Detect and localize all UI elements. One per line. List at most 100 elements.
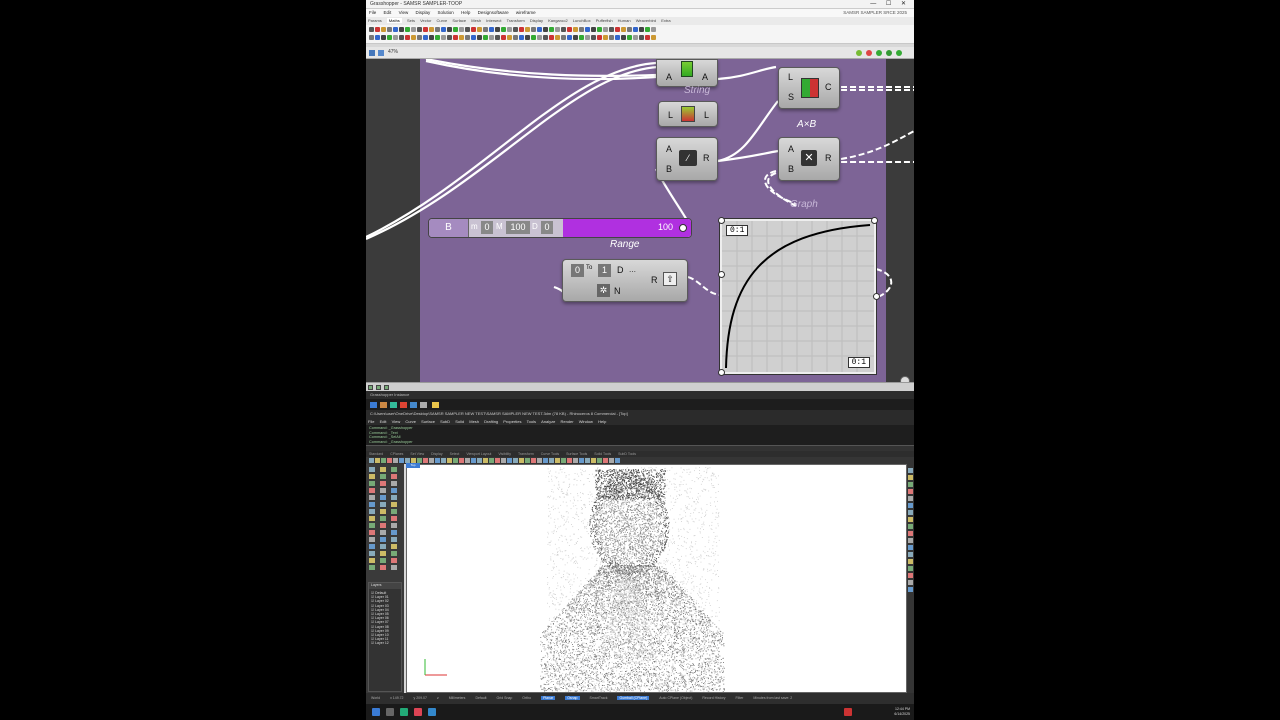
tool-icon[interactable] [369, 523, 375, 528]
component-icon[interactable] [441, 27, 446, 32]
tool-icon[interactable] [908, 510, 913, 515]
taskbar-clock[interactable]: 12:44 PM 6/14/2025 [894, 707, 910, 717]
component-icon[interactable] [555, 35, 560, 40]
tool-icon[interactable] [369, 537, 375, 542]
tool-icon[interactable] [391, 551, 397, 556]
tool-icon[interactable] [908, 517, 913, 522]
tab-mesh[interactable]: Mesh [471, 18, 481, 23]
tab-sets[interactable]: Sets [407, 18, 415, 23]
tool-icon[interactable] [908, 524, 913, 529]
tool-icon[interactable] [369, 565, 375, 570]
component-icon[interactable] [651, 35, 656, 40]
slider-grip[interactable] [679, 224, 687, 232]
rhino-tool-icons[interactable] [366, 457, 914, 464]
tool-icon[interactable] [513, 458, 518, 463]
tool-icon[interactable] [507, 458, 512, 463]
tool-icon[interactable] [380, 523, 386, 528]
toolbar-tab[interactable]: CPlanes [390, 452, 403, 456]
status-item[interactable]: Filter [736, 696, 744, 700]
tool-icon[interactable] [369, 516, 375, 521]
search-icon[interactable] [386, 708, 394, 716]
range-component[interactable]: 0 To 1 D ✲ N ⋯ R ⇧ [562, 259, 688, 302]
tab-lunchbox[interactable]: LunchBox [573, 18, 591, 23]
component-icon[interactable] [645, 35, 650, 40]
component-icon[interactable] [615, 27, 620, 32]
slider-min-value[interactable]: 0 [481, 221, 493, 234]
tool-icon[interactable] [391, 509, 397, 514]
component-icon[interactable] [471, 35, 476, 40]
status-item[interactable]: z [437, 696, 439, 700]
layer-item[interactable]: ☑ Layer 12 [371, 641, 401, 645]
tool-icon[interactable] [908, 482, 913, 487]
tool-icon[interactable] [369, 551, 375, 556]
graph-corner-grip[interactable] [871, 217, 878, 224]
status-item[interactable]: y 209.07 [414, 696, 427, 700]
menu-item[interactable]: Tools [527, 419, 536, 424]
component-icon[interactable] [501, 35, 506, 40]
component-icon[interactable] [519, 35, 524, 40]
tool-icon[interactable] [908, 545, 913, 550]
top-viewport[interactable] [406, 464, 907, 693]
grasshopper-canvas[interactable]: A A String L L A B ⁄ R L S C A×B A B ✕ R… [366, 59, 914, 390]
tab-surface[interactable]: Surface [452, 18, 466, 23]
component-icon[interactable] [519, 27, 524, 32]
app-icon[interactable] [390, 402, 397, 408]
component-icon[interactable] [549, 27, 554, 32]
component-icon[interactable] [627, 27, 632, 32]
slider-decimals-value[interactable]: 0 [541, 221, 553, 234]
component-icon[interactable] [459, 35, 464, 40]
component-icon[interactable] [393, 35, 398, 40]
status-item[interactable]: Minutes from last save: 2 [753, 696, 792, 700]
tool-icon[interactable] [393, 458, 398, 463]
component-icon[interactable] [453, 35, 458, 40]
status-item[interactable]: Record History [702, 696, 725, 700]
tool-icon[interactable] [908, 580, 913, 585]
menu-item[interactable]: Designsoftware [478, 10, 509, 15]
tool-icon[interactable] [908, 489, 913, 494]
menu-item[interactable]: View [399, 10, 409, 15]
slider-track[interactable]: 100 [563, 219, 691, 237]
component-icon[interactable] [489, 27, 494, 32]
tab-human[interactable]: Human [618, 18, 631, 23]
tool-icon[interactable] [380, 565, 386, 570]
menu-item[interactable]: Render [560, 419, 573, 424]
tool-icon[interactable] [908, 468, 913, 473]
multiply-component[interactable]: A B ✕ R [778, 137, 840, 181]
component-icon[interactable] [627, 35, 632, 40]
toolbar-tab[interactable]: Set View [410, 452, 424, 456]
menu-item[interactable]: Properties [503, 419, 521, 424]
app-icon[interactable] [414, 708, 422, 716]
tool-icon[interactable] [380, 488, 386, 493]
number-slider[interactable]: B m 0 M 100 D 0 100 [428, 218, 692, 238]
status-item[interactable]: Ortho [522, 696, 531, 700]
tool-icon[interactable] [391, 558, 397, 563]
tool-icon[interactable] [380, 516, 386, 521]
component-icon[interactable] [459, 27, 464, 32]
component-icon[interactable] [585, 27, 590, 32]
tab-curve[interactable]: Curve [437, 18, 448, 23]
component-icon[interactable] [465, 35, 470, 40]
component-icon[interactable] [513, 27, 518, 32]
component-icon[interactable] [549, 35, 554, 40]
component-icon[interactable] [543, 35, 548, 40]
tool-icon[interactable] [369, 488, 375, 493]
tool-icon[interactable] [519, 458, 524, 463]
component-icon[interactable] [399, 27, 404, 32]
tool-icon[interactable] [591, 458, 596, 463]
tool-icon[interactable] [555, 458, 560, 463]
tool-icon[interactable] [908, 475, 913, 480]
status-button[interactable] [384, 385, 389, 390]
tool-icon[interactable] [423, 458, 428, 463]
component-icon[interactable] [387, 27, 392, 32]
component-icon[interactable] [495, 27, 500, 32]
toolbar-tab[interactable]: Select [450, 452, 460, 456]
component-icon[interactable] [579, 27, 584, 32]
tool-icon[interactable] [380, 481, 386, 486]
tool-icon[interactable] [369, 530, 375, 535]
tab-vector[interactable]: Vector [420, 18, 431, 23]
weather-icon[interactable] [844, 708, 852, 716]
graph-corner-grip[interactable] [718, 217, 725, 224]
menu-item[interactable]: SubD [440, 419, 450, 424]
component-icon[interactable] [411, 35, 416, 40]
graph-output-grip[interactable] [873, 293, 880, 300]
